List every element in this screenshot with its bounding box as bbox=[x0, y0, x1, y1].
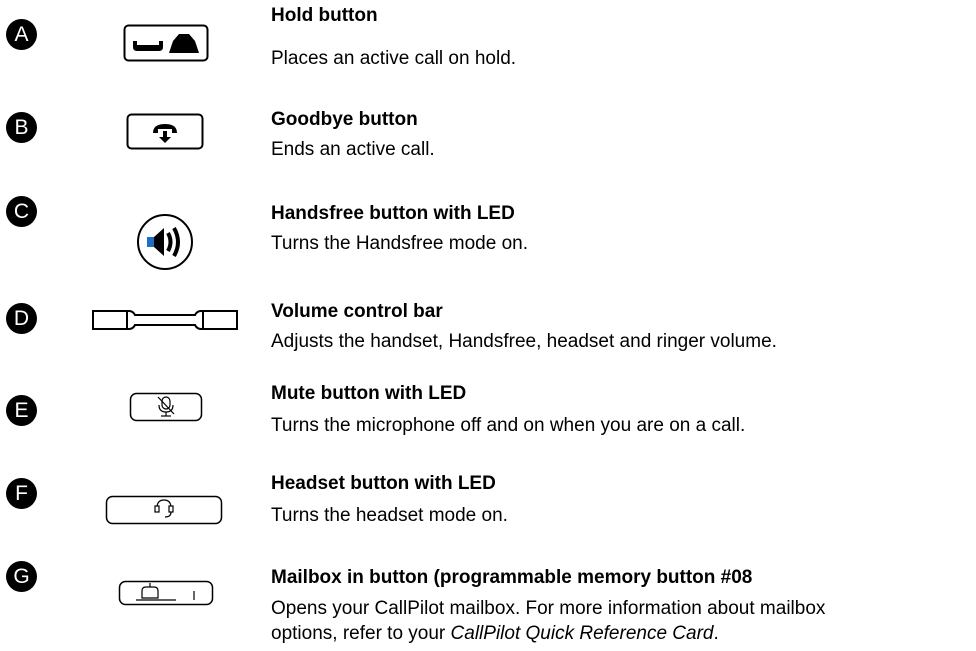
item-title: Handsfree button with LED bbox=[271, 203, 515, 224]
item-description: Opens your CallPilot mailbox. For more i… bbox=[271, 596, 825, 646]
item-title: Volume control bar bbox=[271, 301, 443, 322]
letter-badge: F bbox=[6, 478, 37, 509]
letter-badge: G bbox=[6, 561, 37, 592]
item-title: Goodbye button bbox=[271, 109, 418, 130]
item-title: Mute button with LED bbox=[271, 383, 467, 404]
description-line-1: Opens your CallPilot mailbox. For more i… bbox=[271, 598, 826, 619]
letter-badge: C bbox=[6, 196, 37, 227]
item-description: Turns the Handsfree mode on. bbox=[271, 233, 528, 254]
item-title: Mailbox in button (programmable memory b… bbox=[271, 567, 753, 588]
letter-badge: A bbox=[6, 19, 37, 50]
item-description: Turns the microphone off and on when you… bbox=[271, 415, 746, 436]
reference-card-title: CallPilot Quick Reference Card bbox=[450, 623, 714, 644]
item-description: Places an active call on hold. bbox=[271, 48, 517, 69]
letter-badge: D bbox=[6, 303, 37, 334]
item-title: Hold button bbox=[271, 5, 378, 26]
item-description: Ends an active call. bbox=[271, 139, 435, 160]
item-description: Adjusts the handset, Handsfree, headset … bbox=[271, 331, 777, 352]
mailbox-icon bbox=[118, 580, 214, 606]
headset-icon bbox=[105, 495, 223, 525]
description-line-2: options, refer to your CallPilot Quick R… bbox=[271, 621, 825, 646]
hold-icon bbox=[123, 24, 209, 62]
mute-icon bbox=[129, 392, 203, 422]
letter-badge: B bbox=[6, 112, 37, 143]
letter-badge: E bbox=[6, 395, 37, 426]
item-title: Headset button with LED bbox=[271, 473, 496, 494]
handsfree-icon bbox=[136, 213, 194, 271]
goodbye-icon bbox=[126, 113, 204, 150]
description-line-2-end: . bbox=[713, 623, 719, 644]
item-description: Turns the headset mode on. bbox=[271, 505, 508, 526]
volume-bar-icon bbox=[91, 307, 239, 333]
description-line-2-start: options, refer to your bbox=[271, 623, 451, 644]
